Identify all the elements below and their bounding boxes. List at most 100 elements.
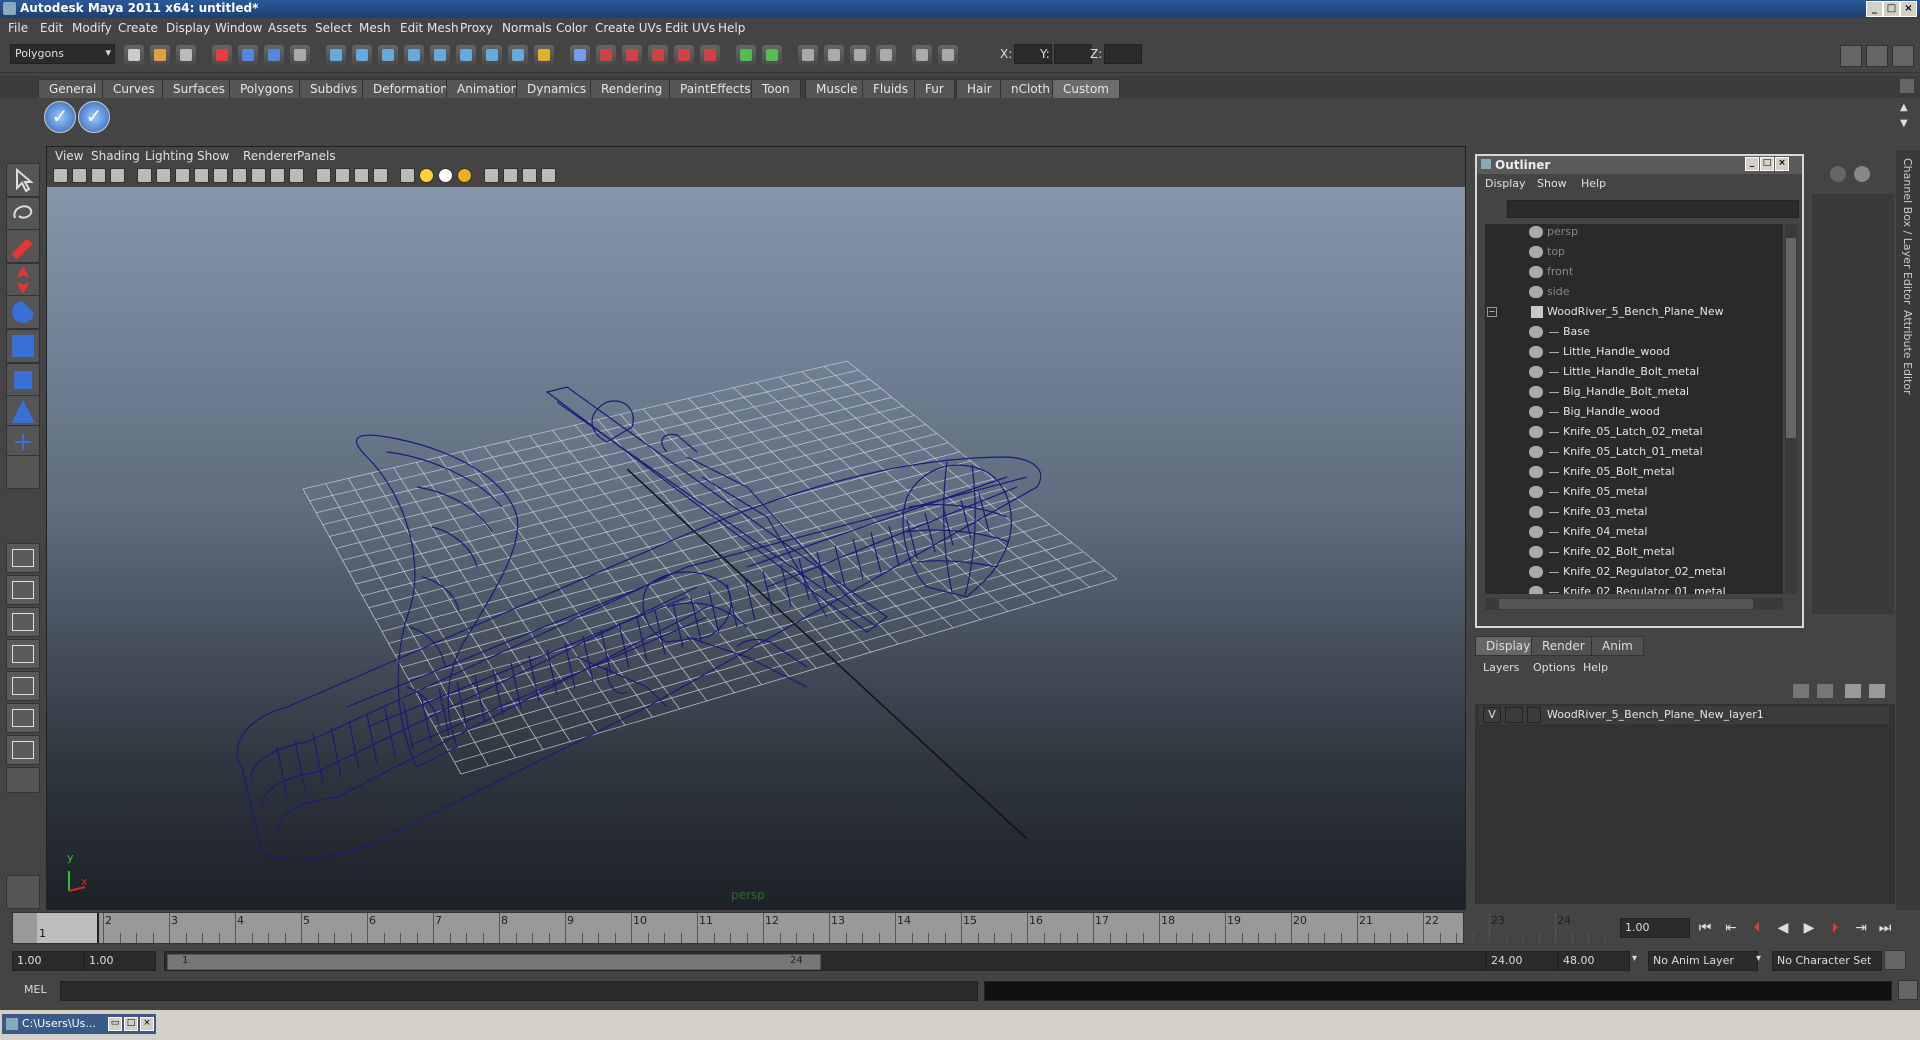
all-lights-icon[interactable]	[438, 168, 453, 183]
question-icon[interactable]	[534, 45, 554, 65]
graph-editor-layout-icon[interactable]	[6, 735, 40, 765]
xray-icon[interactable]	[503, 168, 518, 183]
outliner-horizontal-scrollbar[interactable]	[1485, 598, 1783, 610]
check-icon[interactable]: ✓	[78, 101, 110, 133]
input-line-icon[interactable]	[912, 45, 932, 65]
outliner-item[interactable]: Knife_05_Latch_02_metal	[1485, 422, 1783, 442]
lock-selection-icon[interactable]	[290, 45, 310, 65]
viewport-menu-show[interactable]: Show	[197, 149, 229, 163]
menu-select[interactable]: Select	[315, 21, 352, 35]
taskbar-close-button[interactable]: ×	[140, 1017, 154, 1031]
collapse-toggle-icon[interactable]: −	[1487, 307, 1497, 317]
outliner-item[interactable]: top	[1485, 242, 1783, 262]
shelf-tab-deformation[interactable]: Deformation	[362, 79, 459, 98]
menu-mesh[interactable]: Mesh	[359, 21, 391, 35]
shelf-tab-toon[interactable]: Toon	[751, 79, 801, 98]
step-back-frame-icon[interactable]: ⏴	[1748, 919, 1766, 937]
shelf-tab-surfaces[interactable]: Surfaces	[162, 79, 236, 98]
menu-modify[interactable]: Modify	[72, 21, 112, 35]
visibility-icon[interactable]	[1529, 566, 1543, 578]
visibility-icon[interactable]	[1529, 266, 1543, 278]
channel-box-toggle-icon[interactable]	[1866, 45, 1888, 67]
shelf-tab-custom[interactable]: Custom	[1052, 79, 1120, 98]
bookmark-icon[interactable]	[91, 168, 106, 183]
range-slider[interactable]: 1 24	[164, 951, 1486, 971]
attribute-editor-tab[interactable]: Attribute Editor	[1901, 310, 1914, 395]
soft-mod-icon[interactable]	[6, 395, 40, 429]
last-tool-icon[interactable]	[6, 455, 40, 489]
outliner-maximize-button[interactable]: □	[1760, 157, 1774, 171]
universal-manip-icon[interactable]	[6, 363, 40, 397]
menu-proxy[interactable]: Proxy	[460, 21, 493, 35]
character-set-selector[interactable]: No Character Set	[1772, 951, 1882, 971]
outliner-layout-icon[interactable]	[6, 703, 40, 733]
layer-add-icon[interactable]	[1869, 684, 1885, 698]
default-lighting-icon[interactable]	[419, 168, 434, 183]
render-view-icon[interactable]	[798, 45, 818, 65]
visibility-icon[interactable]	[1529, 426, 1543, 438]
rotate-tool-icon[interactable]	[6, 295, 40, 329]
visibility-icon[interactable]	[1529, 506, 1543, 518]
outliner-item[interactable]: Knife_05_metal	[1485, 482, 1783, 502]
panel-layout-icon[interactable]	[1840, 45, 1862, 67]
history-icon[interactable]	[736, 45, 756, 65]
visibility-icon[interactable]	[1529, 346, 1543, 358]
new-layer-selected-icon[interactable]	[1817, 684, 1833, 698]
menu-normals[interactable]: Normals	[502, 21, 552, 35]
render-settings-icon[interactable]	[876, 45, 896, 65]
shelf-tab-dynamics[interactable]: Dynamics	[516, 79, 598, 98]
render-current-icon[interactable]	[824, 45, 844, 65]
ipr-render-icon[interactable]	[850, 45, 870, 65]
outliner-item[interactable]: side	[1485, 282, 1783, 302]
end-time-field[interactable]: 48.00	[1558, 951, 1630, 971]
outliner-item[interactable]: Base	[1485, 322, 1783, 342]
film-gate-icon[interactable]	[194, 168, 209, 183]
go-to-end-icon[interactable]: ⏭	[1876, 919, 1894, 937]
shelf-tab-fluids[interactable]: Fluids	[862, 79, 920, 98]
move-tool-icon[interactable]	[6, 263, 40, 297]
outliner-titlebar[interactable]: Outliner _ □ ×	[1477, 156, 1802, 174]
textured-icon[interactable]	[400, 168, 415, 183]
anim-prefs-icon[interactable]	[1884, 950, 1906, 970]
four-pane-layout-icon[interactable]	[6, 575, 40, 605]
layer-visibility-toggle[interactable]: V	[1483, 707, 1501, 723]
shelf-tab-hair[interactable]: Hair	[956, 79, 1003, 98]
select-deformations-icon[interactable]	[430, 45, 450, 65]
play-forward-icon[interactable]: ▶	[1800, 919, 1818, 937]
scene-view[interactable]: persp y x	[47, 187, 1465, 909]
select-object-icon[interactable]	[238, 45, 258, 65]
menu-file[interactable]: File	[8, 21, 28, 35]
step-forward-frame-icon[interactable]: ⏵	[1826, 919, 1844, 937]
select-component-icon[interactable]	[264, 45, 284, 65]
backface-icon[interactable]	[541, 168, 556, 183]
select-misc-icon[interactable]	[508, 45, 528, 65]
bounding-box-icon[interactable]	[373, 168, 388, 183]
viewport-menu-view[interactable]: View	[55, 149, 83, 163]
minimize-button[interactable]: _	[1866, 1, 1883, 17]
visibility-icon[interactable]	[1529, 386, 1543, 398]
close-button[interactable]: ×	[1900, 1, 1917, 17]
paint-select-icon[interactable]	[6, 229, 40, 263]
select-joints-icon[interactable]	[352, 45, 372, 65]
playback-end-field[interactable]: 24.00	[1486, 951, 1558, 971]
channel-box-tab[interactable]: Channel Box / Layer Editor	[1901, 158, 1914, 305]
layer-menu-options[interactable]: Options	[1533, 661, 1575, 674]
scale-tool-icon[interactable]	[6, 329, 40, 363]
persp-outliner-layout-icon[interactable]	[6, 607, 40, 637]
snap-curve-icon[interactable]	[622, 45, 642, 65]
grid-toggle-icon[interactable]	[175, 168, 190, 183]
menu-edit-mesh[interactable]: Edit Mesh	[400, 21, 459, 35]
visibility-icon[interactable]	[1529, 526, 1543, 538]
new-scene-icon[interactable]	[124, 45, 144, 65]
outliner-filter-input[interactable]	[1507, 200, 1799, 218]
camera-attributes-icon[interactable]	[72, 168, 87, 183]
visibility-icon[interactable]	[1529, 586, 1543, 594]
mode-selector[interactable]: Polygons ▾	[10, 44, 115, 64]
channel-box-icon[interactable]	[1830, 166, 1846, 182]
current-frame-marker[interactable]: 1	[37, 913, 99, 943]
persp-graph-layout-icon[interactable]	[6, 639, 40, 669]
outliner-item[interactable]: Big_Handle_wood	[1485, 402, 1783, 422]
shelf-scroll-up-icon[interactable]: ▲	[1900, 102, 1908, 113]
hand-tool-icon[interactable]	[6, 875, 40, 909]
visibility-icon[interactable]	[1529, 446, 1543, 458]
